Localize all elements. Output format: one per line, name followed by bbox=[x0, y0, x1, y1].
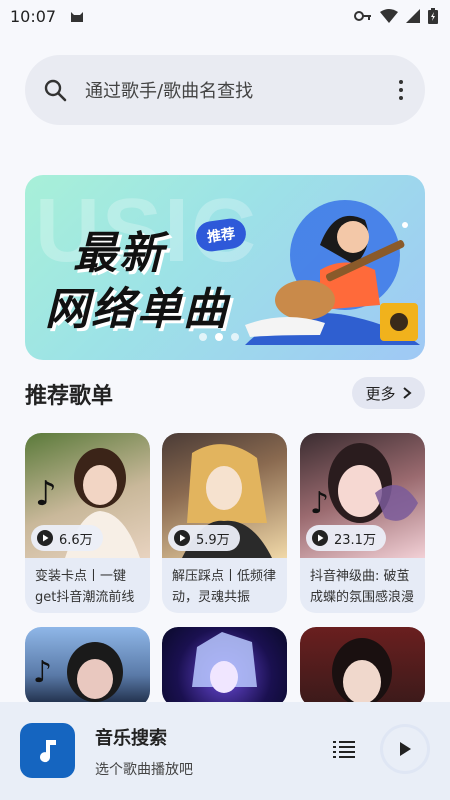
play-button[interactable] bbox=[380, 724, 430, 774]
play-count: 6.6万 bbox=[59, 532, 93, 548]
search-icon bbox=[44, 79, 67, 102]
play-count-badge: 23.1万 bbox=[306, 525, 386, 551]
playlist-card[interactable] bbox=[162, 627, 287, 707]
section-title: 推荐歌单 bbox=[25, 384, 114, 409]
play-count: 5.9万 bbox=[196, 532, 230, 548]
banner-dot-active[interactable] bbox=[215, 333, 223, 341]
banner-dot[interactable] bbox=[231, 333, 239, 341]
playlist-card[interactable]: 5.9万 解压踩点丨低频律动，灵魂共振 bbox=[162, 433, 287, 613]
play-count: 23.1万 bbox=[334, 532, 376, 548]
player-subtitle: 选个歌曲播放吧 bbox=[95, 762, 193, 778]
key-icon bbox=[354, 11, 371, 21]
more-vertical-icon[interactable] bbox=[399, 80, 403, 100]
mini-player[interactable]: 音乐搜索 选个歌曲播放吧 bbox=[0, 702, 450, 800]
status-time: 10:07 bbox=[10, 6, 57, 26]
status-bar: 10:07 bbox=[0, 0, 450, 32]
playlist-cover bbox=[162, 627, 287, 707]
svg-text:♪: ♪ bbox=[35, 474, 57, 514]
svg-text:♪: ♪ bbox=[310, 486, 329, 521]
status-icons bbox=[354, 8, 438, 24]
banner-dot[interactable] bbox=[199, 333, 207, 341]
play-circle-icon bbox=[174, 530, 190, 546]
svg-text:♪: ♪ bbox=[33, 655, 52, 690]
playlist-cover bbox=[300, 627, 425, 707]
chevron-right-icon bbox=[402, 387, 412, 399]
playlist-card[interactable] bbox=[300, 627, 425, 707]
playlist-card[interactable]: ♪ bbox=[25, 627, 150, 707]
wifi-icon bbox=[380, 9, 398, 23]
play-icon bbox=[400, 742, 411, 756]
search-input[interactable]: 通过歌手/歌曲名查找 bbox=[85, 77, 399, 103]
playlist-cover: ♪ bbox=[25, 627, 150, 707]
promo-banner[interactable]: USIC 最新 网络单曲 推荐 bbox=[25, 175, 425, 360]
signal-icon bbox=[406, 9, 420, 23]
battery-icon bbox=[428, 8, 438, 24]
banner-title-line2: 网络单曲 bbox=[45, 284, 229, 335]
cat-icon bbox=[71, 12, 84, 22]
music-note-icon bbox=[39, 739, 56, 762]
search-bar[interactable]: 通过歌手/歌曲名查找 bbox=[25, 55, 425, 125]
player-title: 音乐搜索 bbox=[95, 728, 167, 749]
more-button[interactable]: 更多 bbox=[352, 377, 425, 409]
banner-illustration bbox=[245, 200, 420, 345]
playlist-title: 变装卡点丨一键get抖音潮流前线 bbox=[35, 569, 135, 605]
play-circle-icon bbox=[312, 530, 328, 546]
banner-title-line1: 最新 bbox=[73, 228, 165, 279]
play-count-badge: 5.9万 bbox=[168, 525, 240, 551]
play-circle-icon bbox=[37, 530, 53, 546]
banner-pagination bbox=[199, 333, 239, 341]
playlist-title: 解压踩点丨低频律动，灵魂共振 bbox=[172, 569, 277, 605]
more-button-label: 更多 bbox=[365, 384, 396, 403]
playlist-card[interactable]: ♪ 6.6万 变装卡点丨一键get抖音潮流前线 bbox=[25, 433, 150, 613]
player-cover[interactable] bbox=[20, 723, 75, 778]
playlist-card[interactable]: ♪ 23.1万 抖音神级曲: 破茧成蝶的氛围感浪漫 bbox=[300, 433, 425, 613]
playlist-title: 抖音神级曲: 破茧成蝶的氛围感浪漫 bbox=[310, 569, 415, 605]
play-count-badge: 6.6万 bbox=[31, 525, 103, 551]
playlist-icon[interactable] bbox=[333, 740, 355, 760]
